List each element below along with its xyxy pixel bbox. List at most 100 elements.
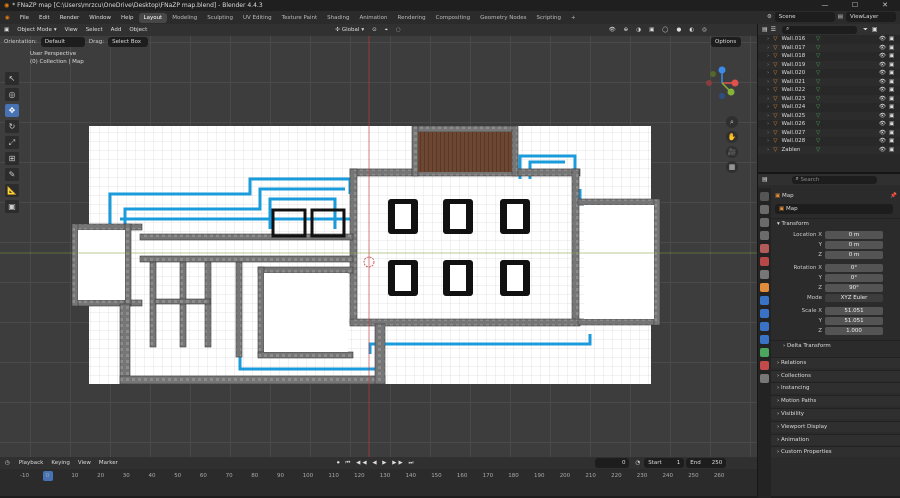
shading-wireframe-icon[interactable]: ◯ [658, 27, 672, 33]
property-panel-header[interactable]: › Collections [771, 369, 900, 381]
pan-hand-icon[interactable]: ✋ [726, 131, 738, 143]
visibility-eye-icon[interactable]: 👁 [879, 70, 886, 76]
display-mode-icon[interactable]: ☰ [771, 26, 776, 33]
start-frame-field[interactable]: Start 1 [644, 458, 685, 468]
minimize-button[interactable]: — [810, 0, 840, 11]
transform-tool-icon[interactable]: ⊞ [5, 152, 19, 165]
property-panel-header[interactable]: › Delta Transform [771, 339, 900, 351]
drag-selector[interactable]: Select Box [108, 36, 149, 47]
world-tab-icon[interactable] [760, 257, 769, 266]
rotation-mode-select[interactable]: XYZ Euler [825, 294, 883, 303]
shading-solid-icon[interactable]: ● [672, 27, 685, 33]
visibility-eye-icon[interactable]: 👁 [879, 87, 886, 93]
output-tab-icon[interactable] [760, 218, 769, 227]
scene-tab-icon[interactable] [760, 244, 769, 253]
outliner-item[interactable]: › ▽ Wall.016 ▽ 👁 ▣ [758, 35, 900, 44]
shading-material-icon[interactable]: ◐ [685, 27, 698, 33]
annotate-tool-icon[interactable]: ✎ [5, 168, 19, 181]
physics-tab-icon[interactable] [760, 322, 769, 331]
map-object[interactable] [0, 24, 757, 457]
render-camera-icon[interactable]: ▣ [889, 147, 894, 153]
outliner-item[interactable]: › ▽ Zablen ▽ 👁 ▣ [758, 145, 900, 154]
tab-rendering[interactable]: Rendering [393, 13, 431, 23]
tab-shading[interactable]: Shading [322, 13, 354, 23]
render-tab-icon[interactable] [760, 205, 769, 214]
add-workspace-button[interactable]: + [566, 13, 581, 23]
expand-arrow-icon[interactable]: › [767, 147, 769, 153]
3d-viewport[interactable]: ▣ Object Mode ▾ View Select Add Object ✣… [0, 24, 757, 457]
tab-uv-editing[interactable]: UV Editing [238, 13, 277, 23]
menu-view-timeline[interactable]: View [74, 460, 95, 466]
snap-icon[interactable]: ⌖ [381, 27, 392, 34]
visibility-eye-icon[interactable]: 👁 [879, 138, 886, 144]
menu-playback[interactable]: Playback [15, 460, 48, 466]
outliner-item[interactable]: › ▽ Wall.019 ▽ 👁 ▣ [758, 60, 900, 69]
current-frame-field[interactable]: 0 [595, 458, 630, 468]
rotate-tool-icon[interactable]: ↻ [5, 120, 19, 133]
visibility-icon[interactable]: 👁 [605, 27, 620, 33]
collection-tab-icon[interactable] [760, 270, 769, 279]
outliner-item[interactable]: › ▽ Wall.024 ▽ 👁 ▣ [758, 103, 900, 112]
timeline-ruler[interactable]: -10 0 10 20 30 40 50 60 70 80 90 100 110 120 130 140 150… [0, 471, 757, 481]
tab-geometry-nodes[interactable]: Geometry Nodes [475, 13, 531, 23]
visibility-eye-icon[interactable]: 👁 [879, 147, 886, 153]
close-button[interactable]: ✕ [870, 0, 900, 11]
render-camera-icon[interactable]: ▣ [889, 53, 894, 59]
pivot-icon[interactable]: ⊙ [368, 27, 381, 33]
expand-arrow-icon[interactable]: › [767, 104, 769, 110]
expand-arrow-icon[interactable]: › [767, 62, 769, 68]
outliner-item[interactable]: › ▽ Wall.022 ▽ 👁 ▣ [758, 86, 900, 95]
render-camera-icon[interactable]: ▣ [889, 96, 894, 102]
view-layer-tab-icon[interactable] [760, 231, 769, 240]
visibility-eye-icon[interactable]: 👁 [879, 79, 886, 85]
render-camera-icon[interactable]: ▣ [889, 79, 894, 85]
rotation-y-field[interactable]: 0° [825, 274, 883, 283]
scale-y-field[interactable]: 51.051 [825, 317, 883, 326]
visibility-eye-icon[interactable]: 👁 [879, 130, 886, 136]
xray-icon[interactable]: ▣ [645, 27, 658, 33]
render-camera-icon[interactable]: ▣ [889, 70, 894, 76]
outliner-search-input[interactable]: ⌕ [782, 25, 858, 34]
outliner-item[interactable]: › ▽ Wall.020 ▽ 👁 ▣ [758, 69, 900, 78]
outliner-item[interactable]: › ▽ Wall.025 ▽ 👁 ▣ [758, 111, 900, 120]
render-camera-icon[interactable]: ▣ [889, 62, 894, 68]
property-panel-header[interactable]: › Custom Properties [771, 446, 900, 458]
expand-arrow-icon[interactable]: › [767, 70, 769, 76]
camera-icon[interactable]: 🎥 [726, 146, 738, 158]
outliner-item[interactable]: › ▽ Wall.017 ▽ 👁 ▣ [758, 43, 900, 52]
expand-arrow-icon[interactable]: › [767, 79, 769, 85]
rotation-x-field[interactable]: 0° [825, 264, 883, 273]
outliner-item[interactable]: › ▽ Wall.021 ▽ 👁 ▣ [758, 77, 900, 86]
add-cube-tool-icon[interactable]: ▣ [5, 200, 19, 213]
menu-render[interactable]: Render [55, 15, 85, 21]
properties-editor-icon[interactable]: ▤ [762, 176, 768, 183]
transform-orientation-selector[interactable]: ✣ Global ▾ [331, 27, 368, 33]
render-camera-icon[interactable]: ▣ [889, 138, 894, 144]
menu-add[interactable]: Add [107, 27, 126, 33]
expand-arrow-icon[interactable]: › [767, 130, 769, 136]
new-collection-icon[interactable]: ▣ [872, 26, 878, 33]
expand-arrow-icon[interactable]: › [767, 113, 769, 119]
location-y-field[interactable]: 0 m [825, 241, 883, 250]
visibility-eye-icon[interactable]: 👁 [879, 62, 886, 68]
menu-marker[interactable]: Marker [95, 460, 122, 466]
object-mode-selector[interactable]: Object Mode ▾ [13, 27, 60, 33]
proportional-edit-icon[interactable]: ◌ [392, 27, 405, 33]
visibility-eye-icon[interactable]: 👁 [879, 121, 886, 127]
clock-icon[interactable]: ◔ [635, 460, 640, 466]
scale-x-field[interactable]: 51.051 [825, 307, 883, 316]
outliner-item[interactable]: › ▽ Wall.023 ▽ 👁 ▣ [758, 94, 900, 103]
outliner-item[interactable]: › ▽ Wall.028 ▽ 👁 ▣ [758, 137, 900, 146]
particles-tab-icon[interactable] [760, 309, 769, 318]
tab-sculpting[interactable]: Sculpting [202, 13, 238, 23]
rotation-z-field[interactable]: 90° [825, 284, 883, 293]
constraints-tab-icon[interactable] [760, 335, 769, 344]
timeline-editor-icon[interactable]: ◷ [0, 460, 15, 466]
select-tool-icon[interactable]: ↖ [5, 72, 19, 85]
outliner-editor-icon[interactable]: ▤ [762, 26, 768, 33]
expand-arrow-icon[interactable]: › [767, 45, 769, 51]
maximize-button[interactable]: ☐ [840, 0, 870, 11]
expand-arrow-icon[interactable]: › [767, 121, 769, 127]
menu-help[interactable]: Help [116, 15, 139, 21]
tab-animation[interactable]: Animation [354, 13, 392, 23]
